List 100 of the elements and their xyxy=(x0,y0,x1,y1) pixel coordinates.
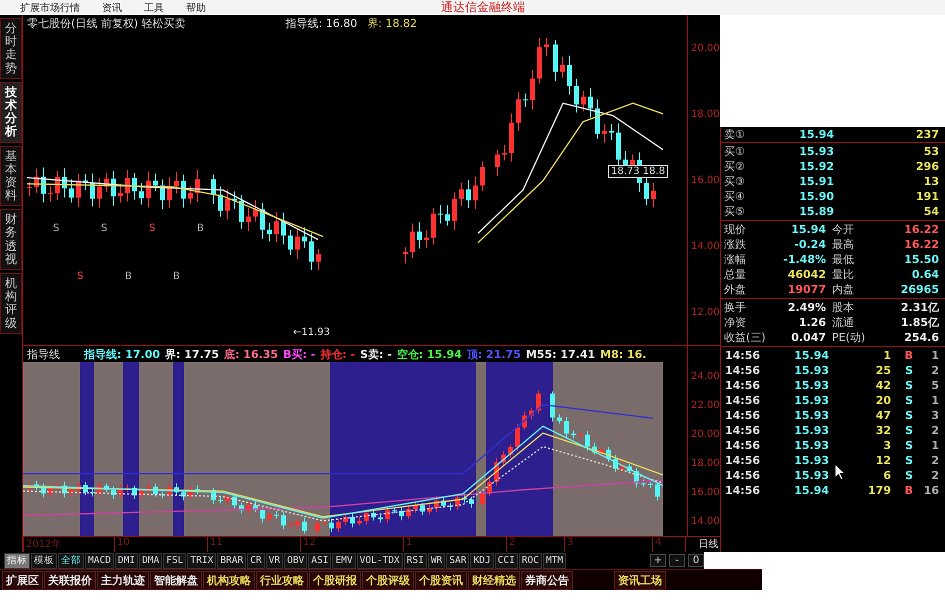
indicator-tab[interactable]: ASI xyxy=(308,552,332,568)
bottom-tab[interactable]: 关联报价 xyxy=(44,570,96,590)
quote-label: 买③ xyxy=(724,174,746,189)
zoom-button[interactable]: 0 xyxy=(688,554,704,567)
quote-value: 26965 xyxy=(900,283,939,296)
trade-side: S xyxy=(904,409,913,422)
bottom-tab[interactable]: 个股研报 xyxy=(309,570,361,590)
quote-value: 19077 xyxy=(786,283,826,296)
side-tab[interactable]: 基本资料 xyxy=(0,146,22,206)
indicator-tab[interactable]: MTM xyxy=(542,552,566,568)
bottom-tab[interactable]: 扩展区 xyxy=(2,570,43,590)
quote-label: 买② xyxy=(724,159,746,174)
indicator-tab[interactable]: DMA xyxy=(139,552,162,568)
indicator-tab[interactable]: DMI xyxy=(114,552,138,568)
menu-item[interactable]: 工具 xyxy=(144,0,164,14)
quote-value: 1.26 xyxy=(798,316,826,329)
quote-label: 现价 xyxy=(724,222,747,237)
tick-time: 14:56 xyxy=(725,454,762,467)
trade-side: S xyxy=(904,379,913,392)
bottom-tab[interactable]: 券商公告 xyxy=(521,570,573,590)
quote-label: 外盘 xyxy=(724,282,747,297)
tick-count: 1 xyxy=(930,394,939,407)
side-tab[interactable]: 机构评级 xyxy=(0,273,22,334)
trade-side: S xyxy=(904,424,913,437)
signal-label: S xyxy=(77,271,84,282)
tick-price: 15.94 xyxy=(793,349,829,362)
signal-label: S xyxy=(53,223,60,234)
axis-label: 20.00 xyxy=(691,429,720,440)
indicator-tab[interactable]: 全部 xyxy=(58,552,84,568)
tick-count: 2 xyxy=(930,469,939,482)
indicator-readout: 指导线: 17.00 xyxy=(84,346,160,362)
trade-side: B xyxy=(904,484,913,497)
bottom-tab[interactable]: 财经精选 xyxy=(468,570,520,590)
quote-value: 46042 xyxy=(786,268,826,281)
menu-item[interactable]: 扩展市场行情 xyxy=(20,0,80,14)
tick-volume: 32 xyxy=(874,424,891,437)
indicator-tab[interactable]: SAR xyxy=(446,552,470,568)
axis-label: 22.00 xyxy=(691,400,720,411)
indicator-tab[interactable]: BRAR xyxy=(217,552,246,568)
side-tab[interactable]: 分时走势 xyxy=(0,18,22,79)
chart-title: 零七股份(日线 前复权) 轻松买卖 xyxy=(27,16,186,30)
quote-value: -1.48% xyxy=(782,253,826,266)
quote-label: 流通 xyxy=(831,315,855,330)
indicator-tab[interactable]: 模板 xyxy=(31,552,57,568)
indicator-tab[interactable]: FSL xyxy=(163,552,186,568)
menu-item[interactable]: 资讯 xyxy=(102,0,122,14)
tick-price: 15.93 xyxy=(793,424,829,437)
tick-count: 2 xyxy=(930,364,939,377)
tick-price: 15.93 xyxy=(793,454,829,467)
quote-value: -0.24 xyxy=(793,238,826,251)
bottom-tab[interactable]: 智能解盘 xyxy=(150,570,202,590)
quote-label: 收益(三) xyxy=(724,330,767,345)
tick-volume: 25 xyxy=(874,364,891,377)
indicator-readout: 指导线: 16.80 xyxy=(286,16,358,30)
zoom-button[interactable]: - xyxy=(669,554,685,567)
tick-volume: 12 xyxy=(874,454,891,467)
quote-label: 买⑤ xyxy=(724,204,746,219)
indicator-tab[interactable]: RSI xyxy=(404,552,427,568)
menu-item[interactable]: 帮助 xyxy=(186,0,206,14)
quote-value: 0.047 xyxy=(790,331,826,344)
indicator-tab[interactable]: OBV xyxy=(284,552,308,568)
side-tab[interactable]: 技术分析 xyxy=(0,82,22,142)
quote-label: 买④ xyxy=(724,189,746,204)
trade-side: B xyxy=(904,349,913,362)
indicator-tab[interactable]: VR xyxy=(266,552,284,568)
tick-price: 15.93 xyxy=(793,379,829,392)
indicator-tab[interactable]: MACD xyxy=(85,552,114,568)
tick-time: 14:56 xyxy=(725,409,762,422)
indicator-tab[interactable]: KDJ xyxy=(470,552,494,568)
indicator-tab[interactable]: 指标 xyxy=(4,552,30,568)
bid-volume: 191 xyxy=(915,190,939,203)
trade-side: S xyxy=(904,364,913,377)
axis-label: 14.00 xyxy=(691,240,720,252)
indicator-tab[interactable]: CR xyxy=(247,552,265,568)
tick-time: 14:56 xyxy=(725,349,762,362)
bottom-tab[interactable]: 主力轨迹 xyxy=(97,570,149,590)
tick-volume: 6 xyxy=(882,469,891,482)
axis-label: 14.00 xyxy=(691,516,720,527)
tick-count: 1 xyxy=(930,349,939,362)
indicator-tab[interactable]: VOL-TDX xyxy=(356,552,403,568)
bottom-tab[interactable]: 行业攻略 xyxy=(256,570,308,590)
bottom-tab[interactable]: 资讯工场 xyxy=(614,570,666,590)
tick-count: 16 xyxy=(922,484,939,497)
bid-volume: 296 xyxy=(915,160,939,173)
zoom-button[interactable]: + xyxy=(650,554,666,567)
tick-count: 2 xyxy=(930,454,939,467)
signal-label: S xyxy=(149,223,156,234)
indicator-readout: 界: 17.75 xyxy=(165,346,220,362)
quote-value: 1.85亿 xyxy=(900,315,939,330)
indicator-tab[interactable]: EMV xyxy=(332,552,356,568)
bottom-tab[interactable]: 机构攻略 xyxy=(203,570,255,590)
bottom-tab[interactable]: 个股评级 xyxy=(362,570,414,590)
quote-label: 买① xyxy=(724,144,746,159)
bottom-tab[interactable]: 个股资讯 xyxy=(415,570,467,590)
indicator-tab[interactable]: WR xyxy=(428,552,446,568)
side-tab[interactable]: 财务透视 xyxy=(0,209,22,270)
bid-price: 15.93 xyxy=(798,145,834,158)
indicator-tab[interactable]: CCI xyxy=(494,552,518,568)
indicator-tab[interactable]: ROC xyxy=(518,552,542,568)
indicator-tab[interactable]: TRIX xyxy=(187,552,216,568)
